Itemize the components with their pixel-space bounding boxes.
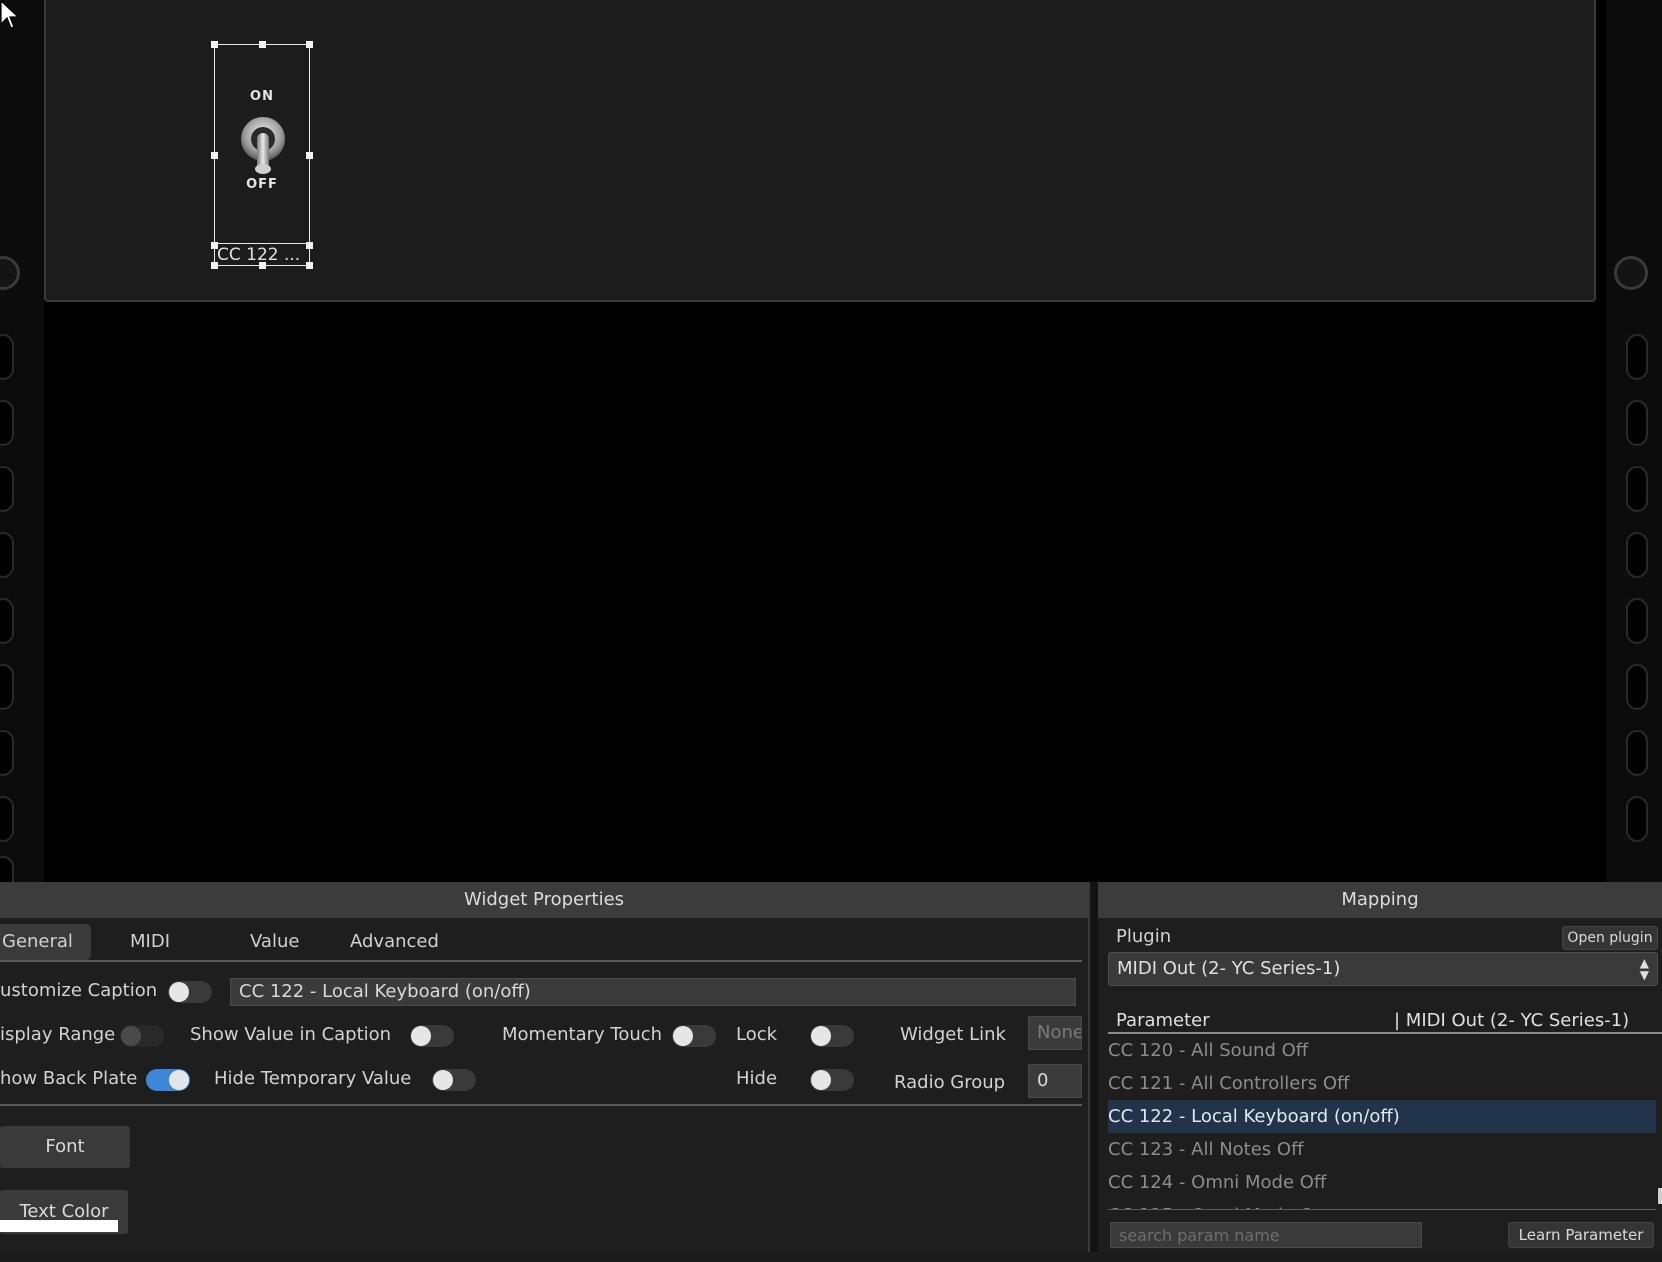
display-range-label: isplay Range (0, 1024, 116, 1045)
plugin-select-value: MIDI Out (2- YC Series-1) (1117, 958, 1341, 979)
resize-handle[interactable] (211, 41, 218, 48)
rail-slot (1626, 400, 1648, 446)
toggle-knob (673, 1026, 693, 1046)
rail-slot (0, 532, 14, 578)
hide-toggle[interactable] (810, 1069, 854, 1091)
rail-slot (0, 796, 14, 842)
app-window: ON OFF CC 122 ... Widget Properties Gene… (0, 0, 1662, 1262)
panel-divider[interactable] (1088, 882, 1098, 1252)
updown-arrows-icon: ▲ ▼ (1639, 956, 1649, 982)
plugin-column-header: | MIDI Out (2- YC Series-1) (1394, 1010, 1630, 1031)
properties-tabs: General MIDI Value Advanced (0, 924, 1082, 962)
show-back-plate-toggle[interactable] (146, 1069, 190, 1091)
rail-slot (0, 664, 14, 710)
radio-group-input[interactable]: 0 (1028, 1064, 1082, 1098)
widget-properties-title: Widget Properties (0, 882, 1088, 918)
momentary-touch-label: Momentary Touch (502, 1024, 663, 1045)
switch-on-label: ON (250, 89, 274, 104)
list-item-selected[interactable]: CC 122 - Local Keyboard (on/off) (1108, 1100, 1656, 1133)
resize-handle[interactable] (259, 41, 266, 48)
rail-slot (1626, 466, 1648, 512)
toggle-knob (811, 1070, 831, 1090)
tab-midi[interactable]: MIDI (130, 924, 170, 960)
rail-slot (1626, 796, 1648, 842)
rack-screw-icon (1614, 256, 1648, 290)
lock-toggle[interactable] (810, 1025, 854, 1047)
toggle-knob (433, 1070, 453, 1090)
toggle-knob (411, 1026, 431, 1046)
rack-screw-icon (0, 256, 20, 290)
show-value-toggle[interactable] (410, 1025, 454, 1047)
hide-temporary-value-toggle[interactable] (432, 1069, 476, 1091)
open-plugin-button[interactable]: Open plugin (1562, 926, 1658, 950)
display-range-toggle[interactable] (120, 1025, 164, 1047)
list-item[interactable]: CC 121 - All Controllers Off (1108, 1067, 1656, 1100)
parameter-list-header: Parameter | MIDI Out (2- YC Series-1) (1108, 1008, 1662, 1034)
lock-label: Lock (736, 1024, 778, 1045)
rail-slot (1626, 532, 1648, 578)
toggle-knob (169, 1070, 189, 1090)
widget-link-input[interactable]: None (1028, 1016, 1082, 1050)
switch-off-label: OFF (246, 177, 278, 192)
rail-slot (1626, 664, 1648, 710)
list-item[interactable]: CC 123 - All Notes Off (1108, 1133, 1656, 1166)
parameter-column-header: Parameter (1116, 1010, 1210, 1031)
widget-caption[interactable]: CC 122 ... (215, 243, 309, 265)
tab-advanced[interactable]: Advanced (350, 924, 439, 960)
toggle-switch-icon[interactable] (237, 115, 289, 179)
widget-properties-panel: Widget Properties General MIDI Value Adv… (0, 882, 1088, 1252)
widget-link-label: Widget Link (900, 1024, 1006, 1045)
rail-slot (1626, 334, 1648, 380)
list-item[interactable]: CC 120 - All Sound Off (1108, 1034, 1656, 1067)
show-value-label: Show Value in Caption (190, 1024, 392, 1045)
text-color-swatch (0, 1220, 118, 1232)
learn-parameter-button[interactable]: Learn Parameter (1508, 1222, 1654, 1248)
momentary-touch-toggle[interactable] (672, 1025, 716, 1047)
toggle-knob (121, 1026, 141, 1046)
tab-value[interactable]: Value (250, 924, 299, 960)
rack-rail-right (1606, 0, 1662, 882)
resize-handle[interactable] (306, 152, 313, 159)
rack-rail-left (0, 0, 44, 902)
plugin-label: Plugin (1116, 926, 1172, 947)
list-item[interactable]: CC 124 - Omni Mode Off (1108, 1166, 1656, 1199)
rail-slot (0, 730, 14, 776)
rail-slot (0, 466, 14, 512)
customize-caption-label: ustomize Caption (0, 980, 158, 1001)
resize-handle[interactable] (306, 41, 313, 48)
rack-panel[interactable]: ON OFF CC 122 ... (44, 0, 1596, 302)
list-item[interactable]: CC 125 - Omni Mode On (1108, 1199, 1656, 1209)
properties-area: Widget Properties General MIDI Value Adv… (0, 882, 1662, 1262)
toggle-knob (169, 982, 189, 1002)
plugin-select[interactable]: MIDI Out (2- YC Series-1) ▲ ▼ (1108, 952, 1658, 986)
customize-caption-toggle[interactable] (168, 981, 212, 1003)
rail-slot (0, 334, 14, 380)
rail-slot (1626, 730, 1648, 776)
rail-slot (0, 598, 14, 644)
mouse-cursor-icon (0, 0, 20, 29)
rail-slot (0, 400, 14, 446)
tab-general[interactable]: General (0, 924, 91, 960)
mapping-title: Mapping (1098, 882, 1662, 918)
parameter-list[interactable]: CC 120 - All Sound Off CC 121 - All Cont… (1108, 1034, 1656, 1210)
mapping-panel: Mapping Plugin Open plugin MIDI Out (2- … (1098, 882, 1662, 1252)
caption-input[interactable]: CC 122 - Local Keyboard (on/off) (230, 978, 1076, 1006)
font-button[interactable]: Font (0, 1126, 130, 1168)
show-back-plate-label: how Back Plate (0, 1068, 138, 1089)
rail-slot (1626, 598, 1648, 644)
radio-group-label: Radio Group (894, 1072, 1006, 1093)
section-divider (0, 1104, 1082, 1106)
scrollbar-thumb[interactable] (1658, 1188, 1662, 1204)
toggle-knob (811, 1026, 831, 1046)
hide-label: Hide (736, 1068, 778, 1089)
search-param-input[interactable] (1110, 1222, 1422, 1248)
hide-temporary-value-label: Hide Temporary Value (214, 1068, 412, 1089)
toggle-switch-widget[interactable]: ON OFF CC 122 ... (211, 41, 313, 269)
resize-handle[interactable] (211, 152, 218, 159)
